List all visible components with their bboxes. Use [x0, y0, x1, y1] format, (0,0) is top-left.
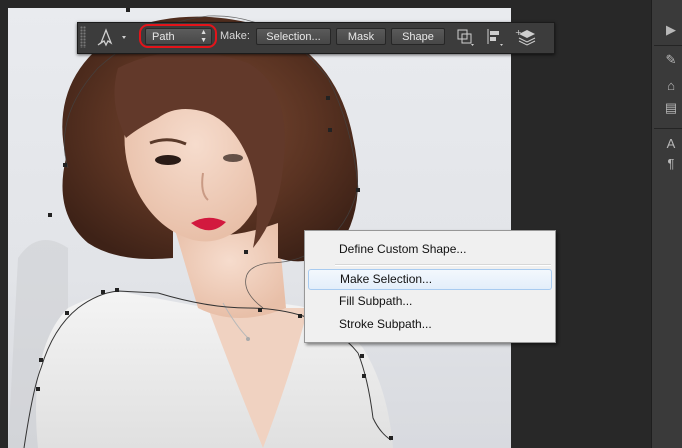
- options-bar-grip[interactable]: [80, 26, 86, 48]
- pen-tool-preset[interactable]: [95, 26, 129, 48]
- brush-icon[interactable]: ⌂: [660, 78, 682, 94]
- panel-divider: [654, 128, 682, 129]
- menu-item-fill-subpath[interactable]: Fill Subpath...: [308, 291, 552, 312]
- path-operations-icon[interactable]: [453, 26, 477, 48]
- portrait-photo: [8, 8, 393, 448]
- svg-text:+: +: [515, 28, 522, 37]
- path-arrangement-icon[interactable]: +: [515, 26, 539, 48]
- menu-item-define-custom-shape[interactable]: Define Custom Shape...: [308, 239, 552, 260]
- paragraph-icon[interactable]: ¶: [660, 156, 682, 172]
- pen-icon: [97, 28, 126, 47]
- menu-item-make-selection[interactable]: Make Selection...: [308, 269, 552, 290]
- make-selection-button[interactable]: Selection...: [256, 28, 331, 45]
- menu-item-stroke-subpath[interactable]: Stroke Subpath...: [308, 314, 552, 335]
- context-menu: Define Custom Shape... Make Selection...…: [304, 230, 556, 343]
- panel-divider: [654, 45, 682, 46]
- tools-icon[interactable]: ✎: [660, 52, 682, 68]
- make-shape-button[interactable]: Shape: [391, 28, 445, 45]
- make-label: Make:: [220, 30, 250, 42]
- layers-icon[interactable]: ▤: [660, 100, 682, 116]
- make-mask-button[interactable]: Mask: [336, 28, 386, 45]
- path-alignment-icon[interactable]: [483, 26, 507, 48]
- highlight-annotation: [139, 24, 217, 48]
- play-icon[interactable]: ▶: [660, 22, 682, 38]
- character-icon[interactable]: A: [660, 136, 682, 152]
- document-canvas[interactable]: [8, 8, 511, 448]
- menu-separator: [335, 264, 551, 266]
